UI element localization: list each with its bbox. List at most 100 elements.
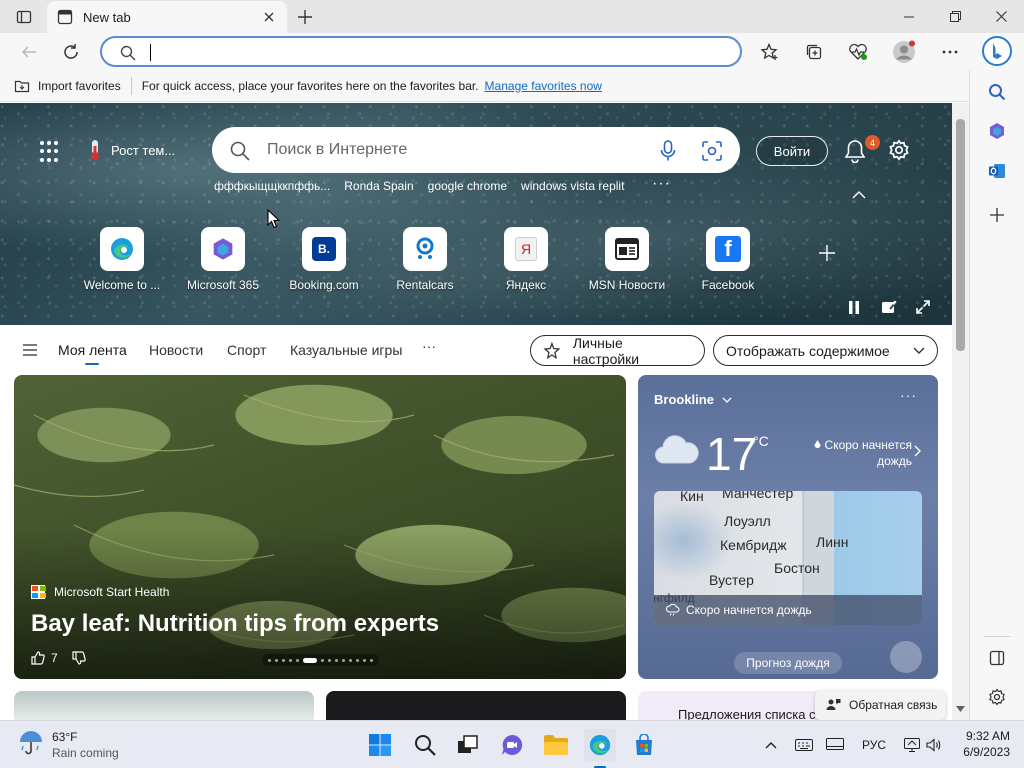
hide-sidebar-icon[interactable] <box>984 645 1010 671</box>
change-background-icon[interactable] <box>880 298 898 316</box>
content-display-dropdown[interactable]: Отображать содержимое <box>713 335 938 366</box>
page-settings-icon[interactable] <box>888 139 912 163</box>
thumbs-down-icon[interactable] <box>72 651 86 665</box>
weather-avatar[interactable] <box>890 641 922 673</box>
trending-item[interactable]: Ronda Spain <box>344 179 413 193</box>
scroll-down-arrow-icon[interactable] <box>956 706 965 712</box>
quicklink-facebook[interactable]: f Facebook <box>678 227 778 292</box>
taskbar-edge-icon[interactable] <box>584 729 616 761</box>
weather-more-button[interactable]: ··· <box>900 387 917 403</box>
taskbar-weather-widget[interactable]: 63°F Rain coming <box>18 729 119 761</box>
network-icon[interactable] <box>904 736 920 754</box>
close-window-button[interactable] <box>978 0 1024 33</box>
settings-and-more-icon[interactable] <box>935 37 965 67</box>
windows-start-icon[interactable] <box>364 729 396 761</box>
story-card[interactable] <box>326 691 626 720</box>
carousel-dot[interactable] <box>296 658 299 662</box>
sidebar-settings-icon[interactable] <box>984 684 1010 710</box>
story-title[interactable]: Bay leaf: Nutrition tips from experts <box>31 610 439 638</box>
personalize-button[interactable]: Личные настройки <box>530 335 705 367</box>
show-hidden-icons-chevron-icon[interactable] <box>765 736 777 754</box>
refresh-button[interactable] <box>56 37 86 67</box>
import-favorites-button[interactable]: Import favorites <box>14 79 121 93</box>
web-search-box[interactable] <box>212 127 740 173</box>
back-button[interactable] <box>14 37 44 67</box>
temperature-unit[interactable]: °C <box>753 433 769 449</box>
menu-icon[interactable] <box>23 344 37 356</box>
input-language[interactable]: РУС <box>862 736 886 754</box>
carousel-dot[interactable] <box>356 658 359 662</box>
volume-icon[interactable] <box>926 736 942 754</box>
precipitation-map[interactable]: Кин Манчестер Лоуэлл Кембридж Линн Вусте… <box>654 491 922 625</box>
microsoft-store-icon[interactable] <box>628 729 660 761</box>
weather-card[interactable]: Brookline ··· 17 °C Скоро начнется дождь… <box>638 375 938 679</box>
microphone-icon[interactable] <box>656 139 680 163</box>
browser-tab[interactable]: New tab <box>47 1 287 33</box>
manage-favorites-link[interactable]: Manage favorites now <box>485 79 602 93</box>
system-clock[interactable]: 9:32 AM 6/9/2023 <box>960 728 1010 760</box>
chevron-right-icon[interactable] <box>914 445 921 457</box>
thumbs-up-icon[interactable] <box>31 651 45 665</box>
sidebar-outlook-icon[interactable] <box>984 158 1010 184</box>
quicklink-yandex[interactable]: Я Яндекс <box>476 227 576 292</box>
weather-chip[interactable]: Рост тем... <box>86 139 175 161</box>
add-favorite-icon[interactable] <box>755 37 785 67</box>
sign-in-button[interactable]: Войти <box>756 136 828 166</box>
carousel-dot[interactable] <box>370 658 373 662</box>
visual-search-icon[interactable] <box>700 139 724 163</box>
carousel-dot[interactable] <box>342 658 345 662</box>
quicklink-welcome[interactable]: Welcome to ... <box>72 227 172 292</box>
web-search-input[interactable] <box>267 139 647 161</box>
quicklink-msn-news[interactable]: MSN Новости <box>577 227 677 292</box>
quicklink-rentalcars[interactable]: Rentalcars <box>375 227 475 292</box>
page-scrollbar[interactable] <box>952 103 969 720</box>
quicklink-booking[interactable]: B. Booking.com <box>274 227 374 292</box>
add-quicklink-icon[interactable] <box>818 241 836 269</box>
weather-location-dropdown[interactable]: Brookline <box>654 392 732 407</box>
minimize-button[interactable] <box>886 0 932 33</box>
task-view-icon[interactable] <box>452 729 484 761</box>
carousel-dot[interactable] <box>268 658 271 662</box>
rain-forecast-button[interactable]: Прогноз дождя <box>734 652 842 674</box>
quicklink-microsoft-365[interactable]: Microsoft 365 <box>173 227 273 292</box>
browser-essentials-icon[interactable] <box>843 37 873 67</box>
carousel-dot[interactable] <box>275 658 278 662</box>
taskbar-search-icon[interactable] <box>409 729 441 761</box>
tab-casual-games[interactable]: Казуальные игры <box>290 342 402 358</box>
pause-background-icon[interactable] <box>845 298 863 316</box>
trending-item[interactable]: google chrome <box>428 179 507 193</box>
carousel-dot[interactable] <box>328 658 331 662</box>
tab-sports[interactable]: Спорт <box>227 342 266 358</box>
story-source[interactable]: Microsoft Start Health <box>31 585 169 599</box>
display-icon[interactable] <box>826 736 844 754</box>
close-tab-icon[interactable] <box>261 9 277 25</box>
trending-item[interactable]: windows vista replit <box>521 179 624 193</box>
new-tab-button[interactable] <box>292 5 318 29</box>
trending-more-button[interactable]: ··· <box>652 175 671 193</box>
address-bar[interactable] <box>100 36 742 67</box>
sidebar-m365-icon[interactable] <box>984 118 1010 144</box>
bing-copilot-icon[interactable] <box>981 35 1013 67</box>
carousel-dot[interactable] <box>363 658 366 662</box>
collections-icon[interactable] <box>799 37 829 67</box>
more-tabs-button[interactable]: ··· <box>422 338 436 354</box>
carousel-dot[interactable] <box>349 658 352 662</box>
featured-story-card[interactable]: Microsoft Start Health Bay leaf: Nutriti… <box>14 375 626 679</box>
carousel-dot[interactable] <box>321 658 324 662</box>
carousel-dot[interactable] <box>289 658 292 662</box>
story-card[interactable] <box>14 691 314 720</box>
sidebar-search-icon[interactable] <box>984 79 1010 105</box>
tab-actions-icon[interactable] <box>10 7 38 27</box>
collapse-chevron-up-icon[interactable] <box>852 187 868 203</box>
profile-avatar[interactable] <box>889 37 919 67</box>
app-launcher-icon[interactable] <box>40 141 62 163</box>
carousel-dot[interactable] <box>282 658 285 662</box>
expand-background-icon[interactable] <box>914 298 932 316</box>
carousel-dot-active[interactable] <box>303 657 317 663</box>
feedback-button[interactable]: Обратная связь <box>815 690 946 720</box>
scrollbar-thumb[interactable] <box>956 119 965 351</box>
address-input[interactable] <box>148 42 728 62</box>
teams-chat-icon[interactable] <box>496 729 528 761</box>
tab-my-feed[interactable]: Моя лента <box>58 342 127 358</box>
carousel-dot[interactable] <box>335 658 338 662</box>
